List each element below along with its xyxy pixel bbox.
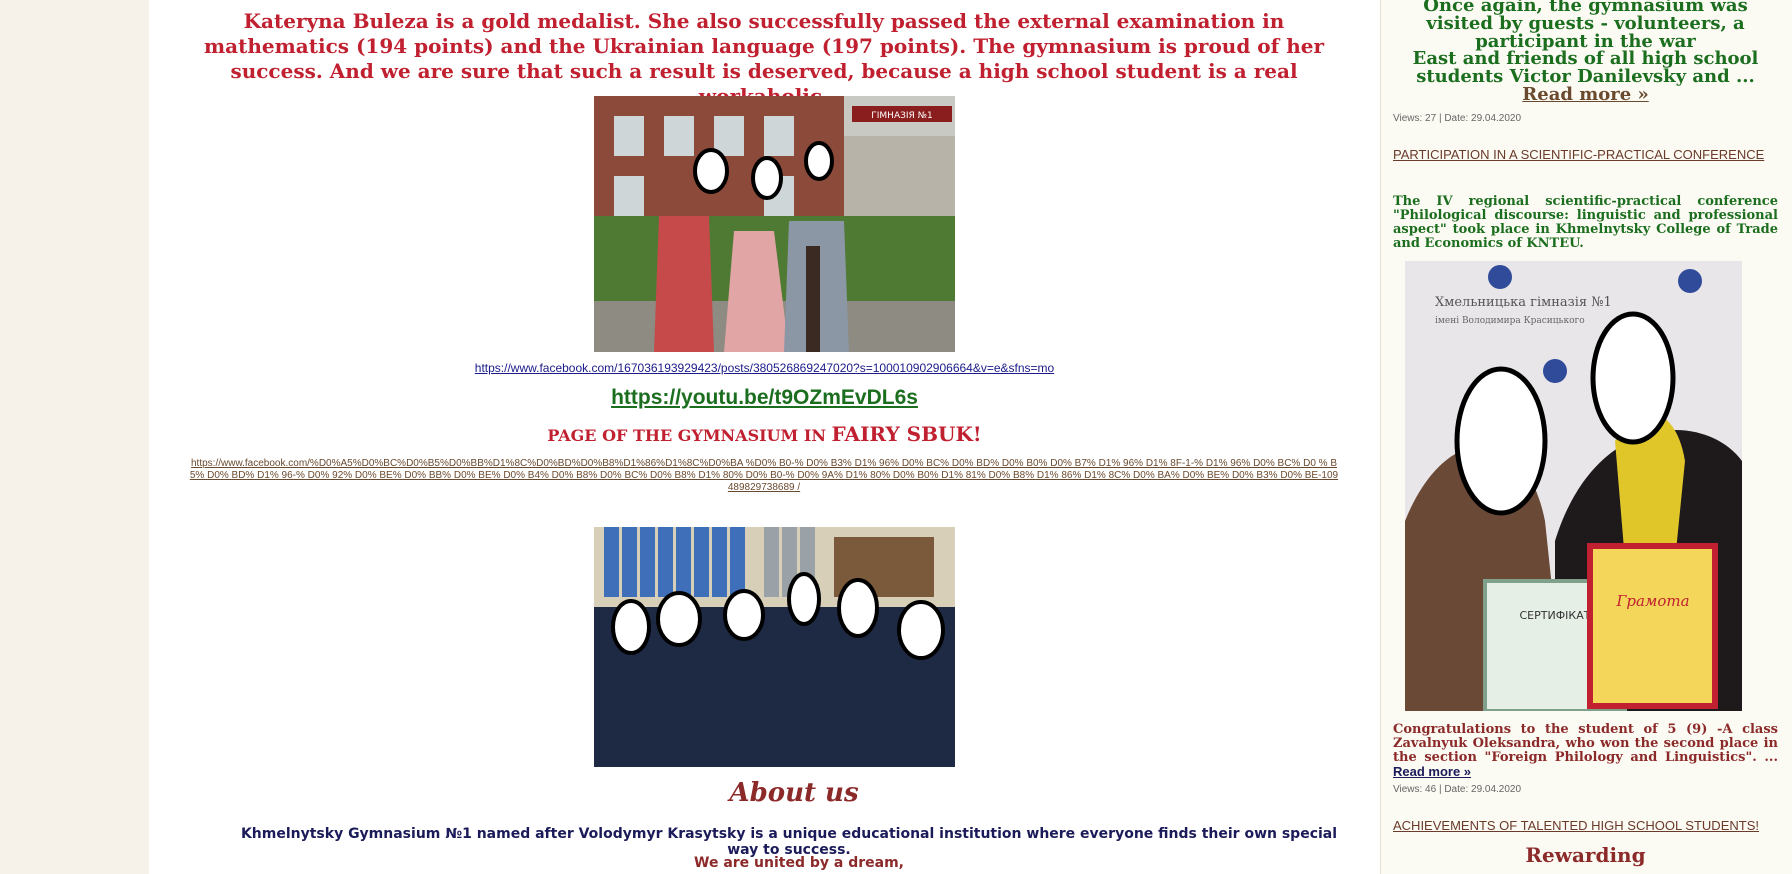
news-headline-2: East and friends of all high school stud… (1393, 50, 1778, 104)
photo-banner-1: Хмельницька гімназія №1 (1435, 295, 1612, 310)
page-title-prefix: PAGE OF THE GYMNASIUM IN (547, 426, 826, 445)
congratulations-body: Congratulations to the student of 5 (9) … (1393, 722, 1778, 765)
rewarding-heading: Rewarding (1525, 843, 1646, 867)
congratulations-text: Congratulations to the student of 5 (9) … (1393, 723, 1778, 780)
news-headline-1: Once again, the gymnasium was visited by… (1423, 0, 1748, 52)
united-text: We are united by a dream, (694, 855, 904, 871)
read-more-link-2[interactable]: Read more » (1393, 764, 1471, 779)
gymnasium-page-title: PAGE OF THE GYMNASIUM IN FAIRY SBUK! (149, 422, 1380, 446)
students-group-photo (594, 527, 955, 767)
lead-paragraph: Kateryna Buleza is a gold medalist. She … (203, 9, 1324, 108)
news-headline-2-text: East and friends of all high school stud… (1412, 48, 1759, 87)
page-title-suffix: FAIRY SBUK! (831, 422, 982, 446)
graduation-photo: ГІМНАЗІЯ №1 (594, 96, 955, 352)
news-meta-1: Views: 27 | Date: 29.04.2020 (1393, 113, 1522, 124)
youtube-link[interactable]: https://youtu.be/t9OZmEvDL6s (149, 386, 1380, 410)
main-content: Kateryna Buleza is a gold medalist. She … (149, 0, 1380, 874)
photo-gramota: Грамота (1615, 592, 1689, 610)
certificate-photo: Хмельницька гімназія №1 імені Володимира… (1405, 261, 1742, 711)
facebook-post-link[interactable]: https://www.facebook.com/167036193929423… (149, 361, 1380, 375)
read-more-link-1[interactable]: Read more » (1522, 84, 1648, 105)
conference-news-link[interactable]: PARTICIPATION IN A SCIENTIFIC-PRACTICAL … (1393, 148, 1778, 162)
photo-cert: СЕРТИФІКАТ (1520, 609, 1591, 622)
about-title: About us (729, 778, 859, 808)
photo-banner-2: імені Володимира Красицького (1435, 316, 1585, 326)
conference-news-text: The IV regional scientific-practical con… (1393, 194, 1778, 251)
facebook-page-link[interactable]: https://www.facebook.com/%D0%A5%D0%BC%D0… (189, 458, 1339, 494)
news-sidebar: Once again, the gymnasium was visited by… (1380, 0, 1792, 874)
achievements-news-link[interactable]: ACHIEVEMENTS OF TALENTED HIGH SCHOOL STU… (1393, 819, 1778, 833)
school-sign: ГІМНАЗІЯ №1 (871, 111, 932, 121)
news-meta-2: Views: 46 | Date: 29.04.2020 (1393, 784, 1522, 795)
about-text: Khmelnytsky Gymnasium №1 named after Vol… (240, 826, 1338, 858)
